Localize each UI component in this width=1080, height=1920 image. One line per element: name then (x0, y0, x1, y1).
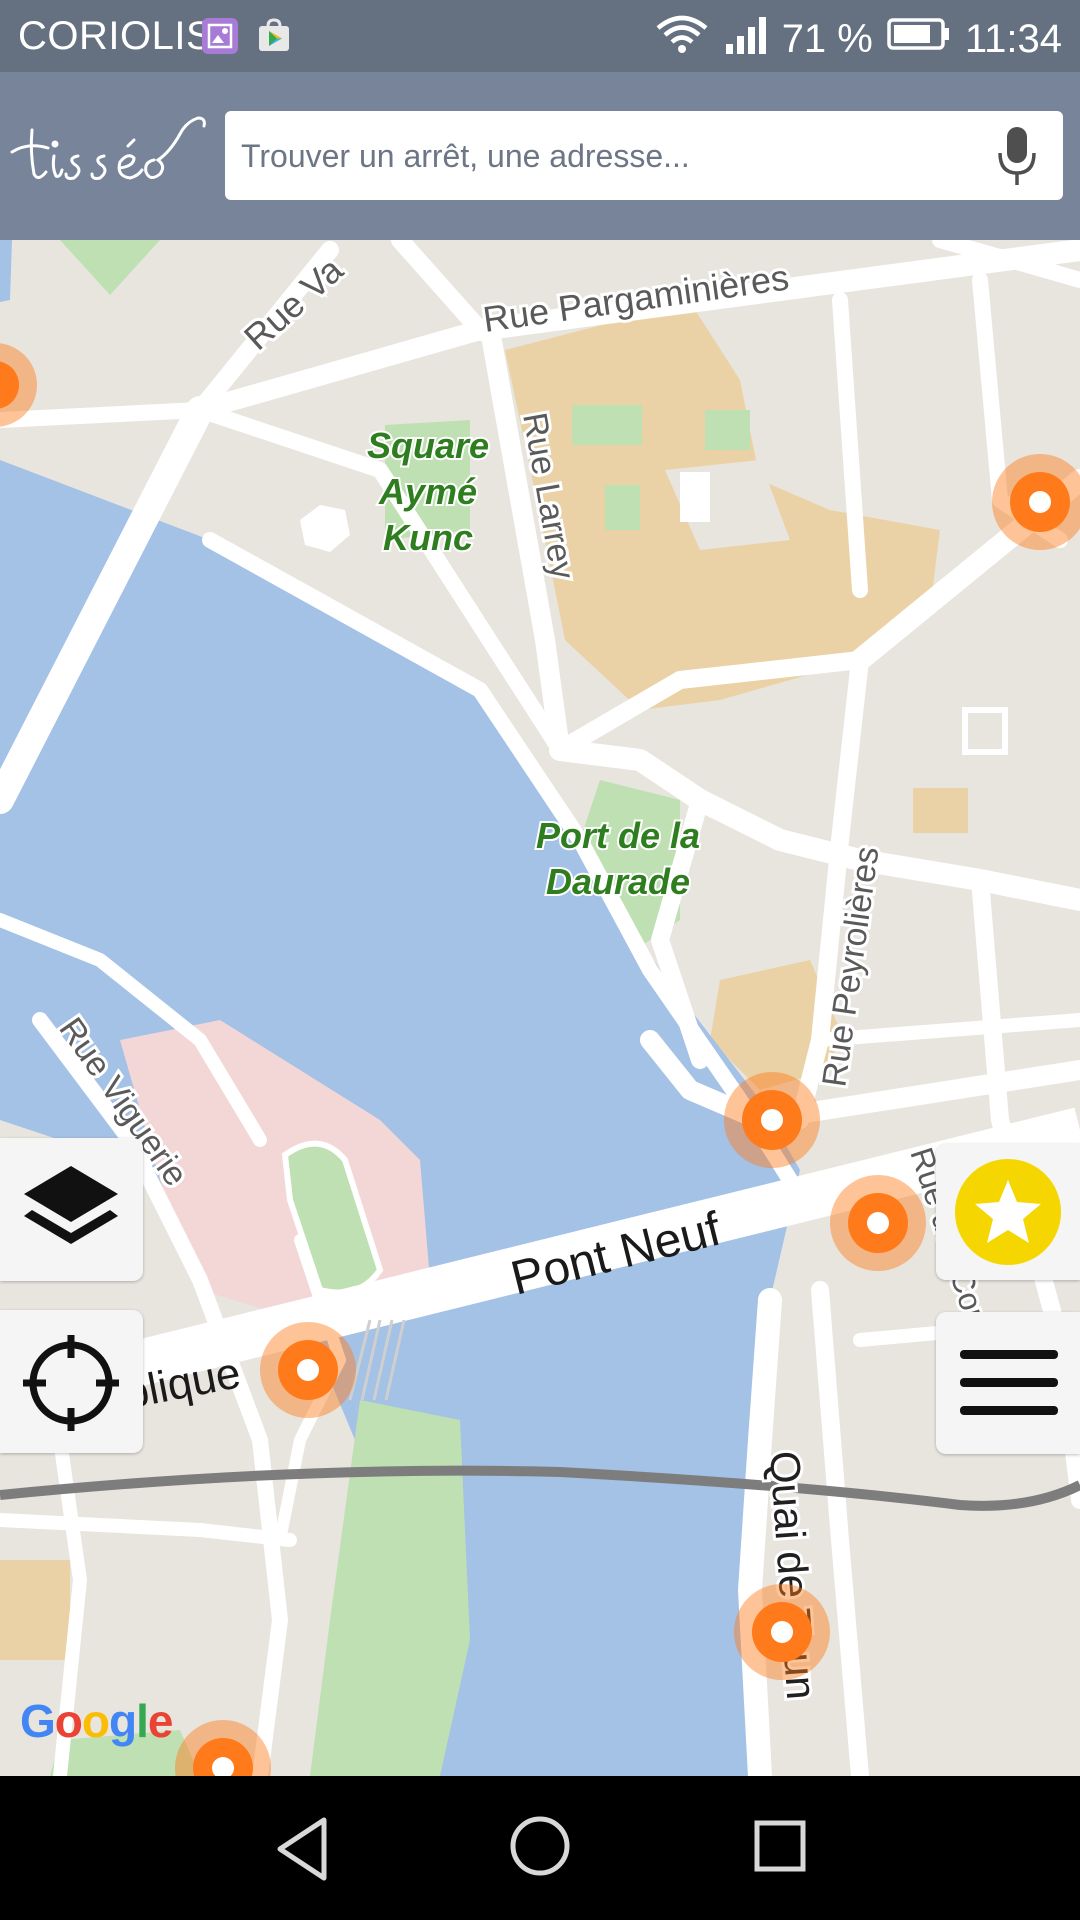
locate-crosshair-icon (23, 1335, 119, 1431)
play-store-notification-icon (256, 18, 292, 54)
park-label-port-2: Daurade (546, 861, 690, 902)
map-canvas[interactable]: Rue Va Rue Pargaminières Rue Larrey Rue … (0, 240, 1080, 1776)
stop-marker[interactable] (175, 1720, 271, 1776)
tisseo-logo (8, 112, 213, 202)
menu-button[interactable] (936, 1312, 1080, 1454)
back-icon[interactable] (272, 1814, 334, 1884)
street-label-rue-va: Rue Va (236, 248, 351, 358)
search-box[interactable] (225, 111, 1063, 202)
gallery-notification-icon (202, 18, 238, 54)
recents-icon[interactable] (752, 1818, 808, 1874)
favorites-button[interactable] (936, 1144, 1080, 1280)
mic-icon[interactable] (997, 125, 1037, 187)
app-bar (0, 72, 1080, 240)
stop-marker[interactable] (724, 1072, 820, 1168)
hamburger-menu-icon (960, 1350, 1058, 1415)
stop-marker[interactable] (734, 1584, 830, 1680)
google-attribution: Google (20, 1695, 173, 1747)
park-label-square-3: Kunc (383, 517, 473, 558)
map-view[interactable]: Rue Va Rue Pargaminières Rue Larrey Rue … (0, 240, 1080, 1776)
park-label-square-2: Aymé (378, 471, 477, 512)
carrier-name: CORIOLIS (18, 14, 214, 58)
signal-icon (724, 14, 768, 64)
layers-icon (24, 1166, 118, 1244)
system-nav-bar (0, 1776, 1080, 1920)
stop-marker[interactable] (830, 1175, 926, 1271)
home-icon[interactable] (508, 1814, 572, 1878)
locate-button[interactable] (0, 1310, 143, 1453)
wifi-icon (654, 14, 710, 64)
layers-button[interactable] (0, 1138, 143, 1281)
battery-icon (887, 16, 951, 62)
star-icon (955, 1159, 1061, 1265)
park-label-port-1: Port de la (536, 815, 700, 856)
clock: 11:34 (964, 16, 1062, 61)
battery-text: 71 % (781, 16, 873, 61)
park-label-square-1: Square (367, 425, 489, 466)
status-bar: CORIOLIS 71 % 11:34 (0, 0, 1080, 72)
stop-marker[interactable] (260, 1322, 356, 1418)
search-input[interactable] (239, 111, 963, 202)
